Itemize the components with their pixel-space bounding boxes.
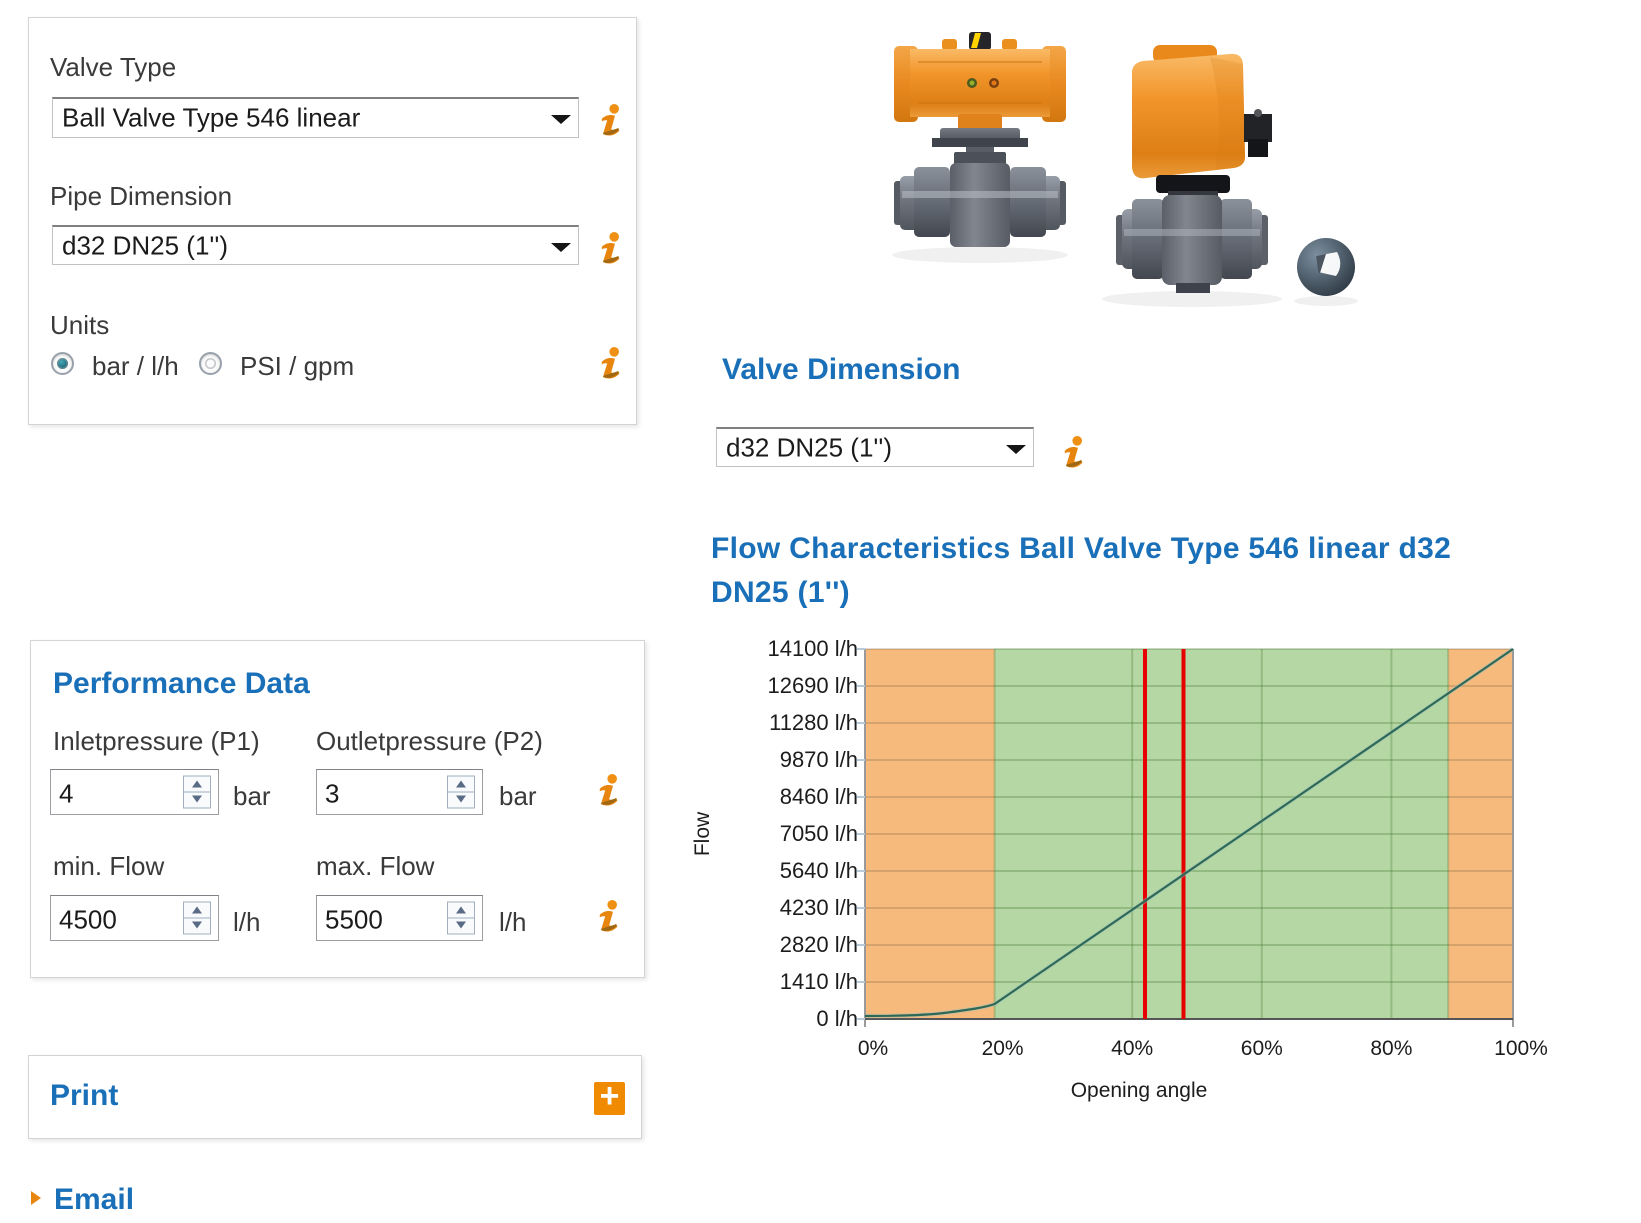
svg-text:100%: 100%: [1494, 1037, 1548, 1060]
svg-text:Flow: Flow: [691, 811, 714, 856]
svg-text:5640 l/h: 5640 l/h: [780, 858, 858, 883]
svg-text:7050 l/h: 7050 l/h: [780, 821, 858, 846]
svg-text:9870 l/h: 9870 l/h: [780, 747, 858, 772]
svg-text:4230 l/h: 4230 l/h: [780, 895, 858, 920]
svg-text:2820 l/h: 2820 l/h: [780, 932, 858, 957]
svg-text:0 l/h: 0 l/h: [816, 1006, 858, 1031]
svg-text:1410 l/h: 1410 l/h: [780, 969, 858, 994]
svg-text:14100 l/h: 14100 l/h: [767, 636, 858, 661]
svg-text:8460 l/h: 8460 l/h: [780, 784, 858, 809]
svg-text:Opening angle: Opening angle: [1071, 1079, 1208, 1102]
svg-text:80%: 80%: [1370, 1037, 1412, 1060]
svg-text:20%: 20%: [982, 1037, 1024, 1060]
svg-text:11280 l/h: 11280 l/h: [769, 710, 858, 735]
svg-text:40%: 40%: [1111, 1037, 1153, 1060]
svg-text:0%: 0%: [858, 1037, 888, 1060]
svg-text:60%: 60%: [1241, 1037, 1283, 1060]
svg-text:12690 l/h: 12690 l/h: [767, 673, 858, 698]
